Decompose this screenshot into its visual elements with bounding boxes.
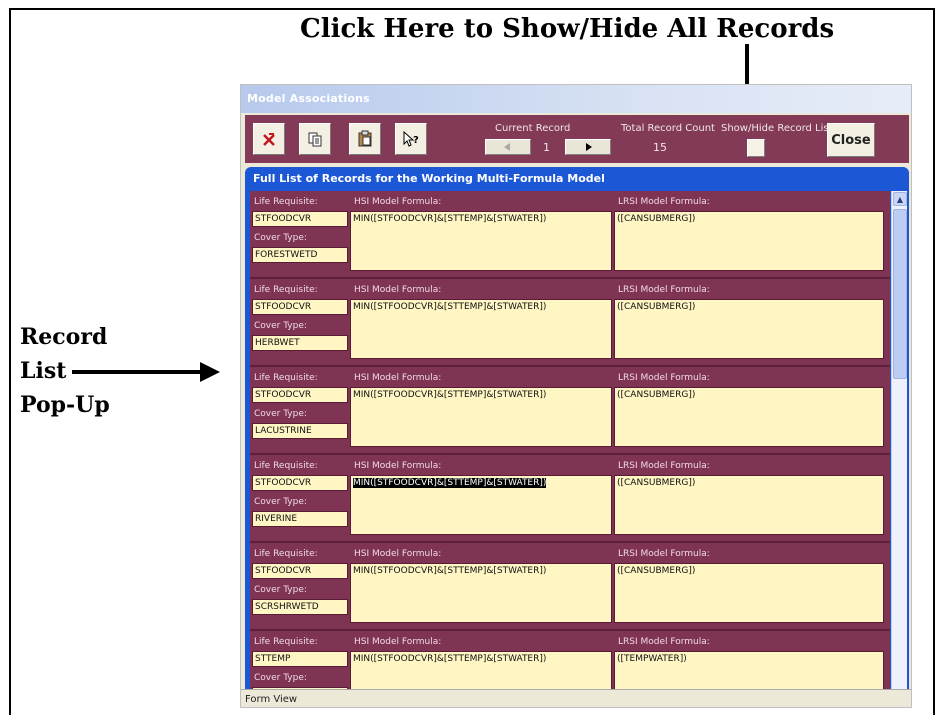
copy-button[interactable] [299,123,331,155]
life-requisite-field[interactable]: STFOODCVR [252,387,348,403]
life-requisite-label: Life Requisite: [254,637,318,647]
cover-type-label: Cover Type: [254,673,307,683]
life-requisite-label: Life Requisite: [254,461,318,471]
status-text: Form View [245,694,298,705]
lrsi-formula-label: LRSI Model Formula: [618,549,710,559]
hsi-formula-field[interactable]: MIN([STFOODCVR]&[STTEMP]&[STWATER]) [350,475,612,535]
lrsi-formula-field[interactable]: ([CANSUBMERG]) [614,211,884,271]
next-record-button[interactable] [565,139,611,155]
record-list: Life Requisite: HSI Model Formula: LRSI Mo… [250,191,890,689]
lrsi-formula-label: LRSI Model Formula: [618,637,710,647]
hsi-formula-label: HSI Model Formula: [354,285,442,295]
lrsi-formula-field[interactable]: ([TEMPWATER]) [614,651,884,689]
previous-arrow-icon [504,143,510,151]
record-row: Life Requisite: HSI Model Formula: LRSI Mo… [250,455,890,543]
hsi-formula-label: HSI Model Formula: [354,461,442,471]
hsi-formula-field[interactable]: MIN([STFOODCVR]&[STTEMP]&[STWATER]) [350,211,612,271]
lrsi-formula-label: LRSI Model Formula: [618,461,710,471]
paste-button[interactable] [349,123,381,155]
hsi-formula-field[interactable]: MIN([STFOODCVR]&[STTEMP]&[STWATER]) [350,651,612,689]
hsi-formula-text: MIN([STFOODCVR]&[STTEMP]&[STWATER]) [353,478,547,488]
hsi-formula-label: HSI Model Formula: [354,549,442,559]
current-record-label: Current Record [495,123,571,134]
lrsi-formula-field[interactable]: ([CANSUBMERG]) [614,475,884,535]
cover-type-label: Cover Type: [254,497,307,507]
record-row: Life Requisite: HSI Model Formula: LRSI Mo… [250,543,890,631]
life-requisite-field[interactable]: STFOODCVR [252,211,348,227]
right-arrow-icon [200,362,220,382]
cover-type-field[interactable]: RIVERINE [252,511,348,527]
total-record-count-label: Total Record Count [621,123,715,134]
record-row: Life Requisite: HSI Model Formula: LRSI Mo… [250,191,890,279]
status-bar: Form View [241,689,911,707]
cover-type-field[interactable]: FORESTWETD [252,247,348,263]
lrsi-formula-label: LRSI Model Formula: [618,197,710,207]
record-list-popup: Full List of Records for the Working Mul… [245,167,909,689]
annotation-line-3: Pop-Up [20,392,110,418]
record-row: Life Requisite: HSI Model Formula: LRSI Mo… [250,631,890,689]
lrsi-formula-label: LRSI Model Formula: [618,285,710,295]
cover-type-label: Cover Type: [254,321,307,331]
delete-record-icon [263,133,275,146]
hsi-formula-text: MIN([STFOODCVR]&[STTEMP]&[STWATER]) [353,214,547,224]
model-associations-window: Model Associations ? Current Record 1 To… [240,84,912,708]
record-row: Life Requisite: HSI Model Formula: LRSI Mo… [250,367,890,455]
previous-record-button[interactable] [485,139,531,155]
hsi-formula-label: HSI Model Formula: [354,197,442,207]
life-requisite-field[interactable]: STFOODCVR [252,475,348,491]
hsi-formula-text: MIN([STFOODCVR]&[STTEMP]&[STWATER]) [353,566,547,576]
help-button[interactable]: ? [395,123,427,155]
cover-type-field[interactable]: LACUSTRINE [252,423,348,439]
cover-type-label: Cover Type: [254,585,307,595]
hsi-formula-label: HSI Model Formula: [354,637,442,647]
hsi-formula-label: HSI Model Formula: [354,373,442,383]
lrsi-formula-field[interactable]: ([CANSUBMERG]) [614,563,884,623]
hsi-formula-field[interactable]: MIN([STFOODCVR]&[STTEMP]&[STWATER]) [350,299,612,359]
right-arrow-shaft [72,370,206,374]
help-icon: ? [403,130,419,147]
scroll-thumb[interactable] [893,209,907,379]
life-requisite-label: Life Requisite: [254,197,318,207]
life-requisite-field[interactable]: STFOODCVR [252,563,348,579]
total-record-count-value: 15 [653,141,667,154]
lrsi-formula-field[interactable]: ([CANSUBMERG]) [614,387,884,447]
delete-record-button[interactable] [253,123,285,155]
show-hide-record-list-label: Show/Hide Record List [721,123,833,134]
popup-title: Full List of Records for the Working Mul… [253,172,605,185]
paste-icon [358,130,372,147]
next-arrow-icon [586,143,592,151]
hsi-formula-text: MIN([STFOODCVR]&[STTEMP]&[STWATER]) [353,654,547,664]
hsi-formula-field[interactable]: MIN([STFOODCVR]&[STTEMP]&[STWATER]) [350,563,612,623]
show-hide-record-list-checkbox[interactable] [747,139,765,157]
lrsi-formula-field[interactable]: ([CANSUBMERG]) [614,299,884,359]
cover-type-label: Cover Type: [254,409,307,419]
lrsi-formula-label: LRSI Model Formula: [618,373,710,383]
copy-icon [308,132,322,147]
current-record-value: 1 [543,141,550,154]
life-requisite-label: Life Requisite: [254,549,318,559]
life-requisite-field[interactable]: STFOODCVR [252,299,348,315]
hsi-formula-field[interactable]: MIN([STFOODCVR]&[STTEMP]&[STWATER]) [350,387,612,447]
life-requisite-label: Life Requisite: [254,285,318,295]
cover-type-field[interactable]: HERBWET [252,335,348,351]
window-titlebar[interactable]: Model Associations [241,85,911,113]
toolbar: ? Current Record 1 Total Record Count 15… [245,115,909,163]
scroll-up-icon[interactable]: ▲ [893,192,907,206]
hsi-formula-text: MIN([STFOODCVR]&[STTEMP]&[STWATER]) [353,390,547,400]
annotation-line-1: Record [20,324,108,350]
life-requisite-label: Life Requisite: [254,373,318,383]
cover-type-label: Cover Type: [254,233,307,243]
window-title: Model Associations [247,92,370,105]
close-button[interactable]: Close [827,123,875,157]
annotation-title: Click Here to Show/Hide All Records [300,14,835,44]
svg-text:?: ? [413,135,419,146]
hsi-formula-text: MIN([STFOODCVR]&[STTEMP]&[STWATER]) [353,302,547,312]
cover-type-field[interactable]: SCRSHRWETD [252,599,348,615]
life-requisite-field[interactable]: STTEMP [252,651,348,667]
record-row: Life Requisite: HSI Model Formula: LRSI Mo… [250,279,890,367]
vertical-scrollbar[interactable]: ▲ [891,191,907,689]
